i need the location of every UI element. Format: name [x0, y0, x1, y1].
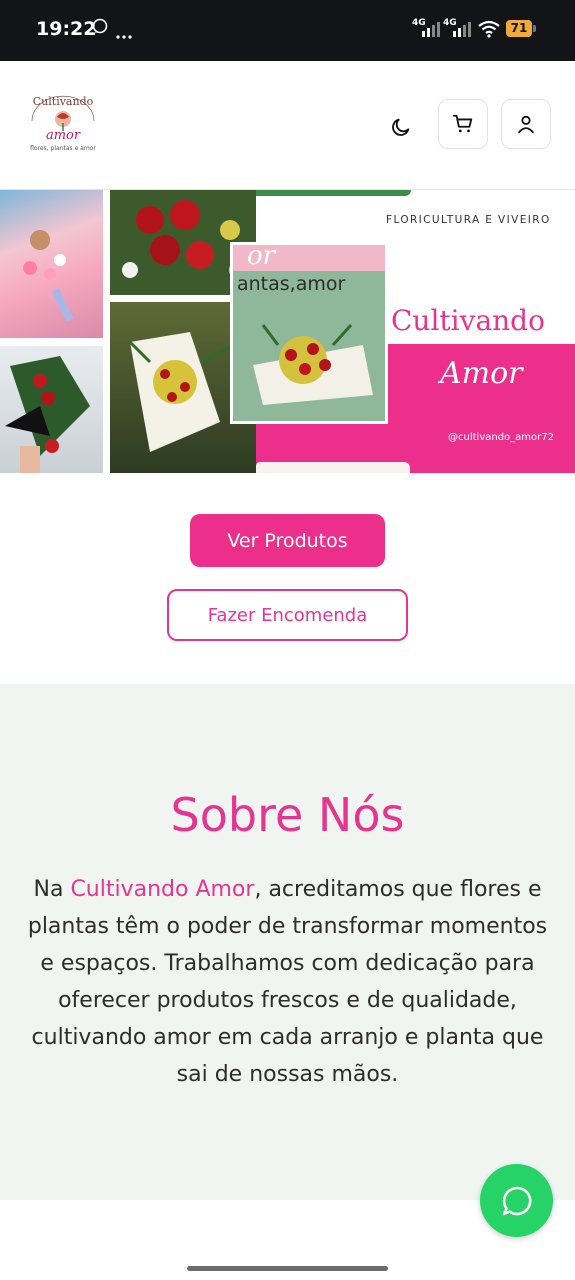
status-bar: 19:22 4G 4G 71 [0, 0, 575, 61]
about-section: Sobre Nós Na Cultivando Amor, acreditamo… [0, 684, 575, 1200]
place-order-button[interactable]: Fazer Encomenda [167, 589, 408, 641]
more-icon [116, 26, 132, 44]
bouquet-photo-red-dark [0, 346, 103, 473]
bouquet-photo-pink [0, 190, 103, 338]
account-button[interactable] [501, 99, 551, 149]
whatsapp-notification-icon [92, 18, 108, 39]
about-brand-name: Cultivando Amor [70, 877, 255, 902]
cart-icon [452, 114, 473, 133]
user-icon [518, 115, 534, 134]
whatsapp-chat-button[interactable] [480, 1164, 553, 1237]
svg-text:4G: 4G [443, 18, 457, 28]
svg-text:Cultivando: Cultivando [33, 95, 94, 108]
hero-handle: @cultivando_amor72 [448, 432, 554, 443]
hero-torn-paper [256, 462, 410, 473]
cart-button[interactable] [438, 99, 488, 149]
chat-bubble-icon [502, 1186, 531, 1215]
svg-text:4G: 4G [412, 18, 426, 28]
about-text-start: Na [33, 877, 71, 902]
hero-brand-script: Amor [440, 356, 523, 391]
hero-brand-title: Cultivando [391, 304, 545, 337]
view-products-button[interactable]: Ver Produtos [190, 514, 385, 567]
wifi-icon [477, 20, 501, 43]
about-text-rest: , acreditamos que flores e plantas têm o… [27, 877, 548, 1087]
battery-indicator: 71 [506, 20, 536, 37]
bouquet-photo-sign: or antas,amor [230, 242, 388, 424]
hero-subtitle: FLORICULTURA E VIVEIRO [386, 214, 551, 226]
about-text: Na Cultivando Amor, acreditamos que flor… [18, 871, 557, 1093]
logo[interactable]: Cultivando amor flores, plantas e amor [24, 91, 102, 155]
signal-icon-2: 4G [443, 16, 473, 43]
svg-text:amor: amor [46, 128, 81, 143]
status-time: 19:22 [36, 18, 97, 40]
home-indicator[interactable] [187, 1266, 388, 1271]
about-title: Sobre Nós [170, 788, 405, 842]
theme-toggle-button[interactable] [384, 110, 418, 144]
hero-banner: or antas,amor FLORICULTURA E VIVEIRO Cul… [0, 189, 575, 473]
moon-icon [392, 118, 410, 136]
svg-text:flores, plantas e amor: flores, plantas e amor [30, 145, 96, 152]
site-header: Cultivando amor flores, plantas e amor [0, 61, 575, 189]
signal-icon: 4G [412, 16, 442, 43]
